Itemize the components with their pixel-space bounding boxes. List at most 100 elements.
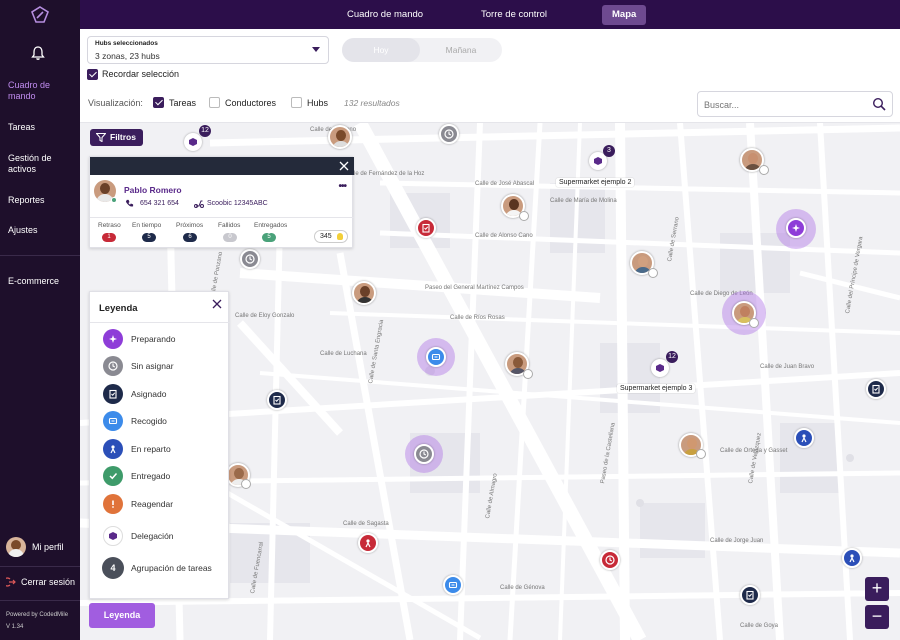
- legend-item-label: Sin asignar: [131, 361, 174, 371]
- cluster-count-badge: 12: [199, 125, 211, 137]
- card-divider: [90, 217, 354, 218]
- legend-item-label: Delegación: [131, 531, 174, 541]
- sidebar-divider: [0, 566, 80, 567]
- task-pin-unassigned[interactable]: [240, 249, 260, 269]
- task-pin-assigned[interactable]: [866, 379, 886, 399]
- drivers-checkbox[interactable]: [209, 97, 220, 108]
- day-today-option[interactable]: Hoy: [342, 38, 420, 62]
- sidebar-divider: [0, 255, 80, 256]
- logout-icon[interactable]: [6, 577, 16, 587]
- hubs-checkbox-label: Hubs: [307, 98, 329, 108]
- task-pin-late[interactable]: [358, 533, 378, 553]
- task-pin-assigned[interactable]: [267, 390, 287, 410]
- street-label: Calle de Ortega y Gasset: [720, 448, 788, 454]
- powered-by-text: Powered by CodedMile: [6, 612, 69, 618]
- avatar[interactable]: [6, 537, 26, 557]
- search-box: [697, 91, 893, 117]
- hub-label[interactable]: Supermarket ejemplo 2: [556, 178, 635, 187]
- search-input[interactable]: [704, 97, 864, 112]
- sidebar-item-assets[interactable]: Gestión de activos: [8, 153, 63, 175]
- delegation-marker[interactable]: [184, 133, 202, 151]
- legend-title: Leyenda: [99, 303, 138, 314]
- vehicle-badge: [648, 268, 658, 278]
- sidebar-item-reports[interactable]: Reportes: [8, 195, 45, 206]
- vehicle-badge: [523, 369, 533, 379]
- driver-card-header: [90, 157, 354, 175]
- street-label: Calle de Alonso Cano: [475, 233, 533, 239]
- street-label: Calle de Sagasta: [343, 521, 389, 527]
- profile-link[interactable]: Mi perfil: [32, 542, 64, 552]
- online-status-dot: [111, 197, 117, 203]
- tab-map[interactable]: Mapa: [602, 5, 647, 25]
- scooter-icon: [194, 200, 204, 208]
- driver-marker[interactable]: [352, 281, 376, 305]
- task-pin-preparing[interactable]: [786, 218, 806, 238]
- delegation-marker[interactable]: [651, 359, 669, 377]
- bell-icon[interactable]: [30, 45, 46, 61]
- delivery-icon: [849, 554, 855, 563]
- clipboard-icon: [746, 590, 754, 600]
- day-tomorrow-option[interactable]: Mañana: [422, 38, 500, 62]
- search-icon[interactable]: [872, 97, 886, 111]
- results-count: 132 resultados: [344, 98, 400, 108]
- vehicle-badge: [749, 318, 759, 328]
- sidebar-item-dashboard[interactable]: Cuadro de mando: [8, 80, 68, 102]
- task-pin-unassigned[interactable]: [414, 444, 434, 464]
- tab-control-tower[interactable]: Torre de control: [471, 5, 557, 25]
- task-pin-picked[interactable]: [426, 347, 446, 367]
- logo-icon[interactable]: [28, 6, 52, 24]
- logout-button[interactable]: Cerrar sesión: [21, 577, 75, 587]
- hubs-select[interactable]: Hubs seleccionados 3 zonas, 23 hubs: [87, 36, 329, 64]
- cube-icon: [656, 364, 664, 372]
- legend-panel: Leyenda Preparando Sin asignar Asignado …: [89, 291, 230, 599]
- day-toggle: Hoy Mañana: [342, 38, 502, 62]
- sidebar-item-ecommerce[interactable]: E-commerce: [8, 276, 59, 287]
- street-label: Calle de Luchana: [320, 351, 367, 357]
- sparkle-icon: [103, 329, 123, 349]
- zoom-out-button[interactable]: −: [865, 605, 889, 629]
- vehicle-badge: [696, 449, 706, 459]
- task-pin-delivering[interactable]: [842, 548, 862, 568]
- clipboard-icon: [422, 223, 430, 233]
- task-pin-late[interactable]: [416, 218, 436, 238]
- driver-marker[interactable]: [328, 125, 352, 149]
- driver-vehicle: Scoobic 12345ABC: [207, 200, 268, 207]
- zoom-in-button[interactable]: +: [865, 577, 889, 601]
- legend-item-label: Recogido: [131, 416, 167, 426]
- hub-label[interactable]: Supermarket ejemplo 3: [617, 384, 696, 393]
- legend-item-label: Asignado: [131, 389, 167, 399]
- sidebar-item-tasks[interactable]: Tareas: [8, 122, 35, 133]
- drivers-checkbox-label: Conductores: [225, 98, 277, 108]
- remember-checkbox[interactable]: [87, 69, 98, 80]
- tasks-checkbox[interactable]: [153, 97, 164, 108]
- vehicle-badge: [519, 211, 529, 221]
- tab-dashboard[interactable]: Cuadro de mando: [337, 5, 433, 25]
- task-pin-delivering[interactable]: [794, 428, 814, 448]
- close-icon[interactable]: [338, 160, 350, 172]
- task-pin-unassigned[interactable]: [439, 124, 459, 144]
- package-icon: [103, 411, 123, 431]
- hubs-select-value: 3 zonas, 23 hubs: [95, 51, 160, 61]
- street-label: Calle de José Abascal: [475, 181, 535, 187]
- filter-icon: [96, 133, 106, 142]
- clock-icon: [419, 449, 429, 459]
- delivery-icon: [801, 434, 807, 443]
- chevron-down-icon: [312, 47, 320, 52]
- filters-button[interactable]: Filtros: [90, 129, 143, 146]
- remember-label: Recordar selección: [102, 69, 180, 79]
- delivery-icon: [365, 539, 371, 548]
- legend-button[interactable]: Leyenda: [89, 603, 155, 628]
- legend-item-label: Agrupación de tareas: [131, 563, 212, 573]
- more-options-icon[interactable]: •••: [338, 181, 346, 192]
- hubs-checkbox[interactable]: [291, 97, 302, 108]
- task-pin-assigned[interactable]: [740, 585, 760, 605]
- task-pin-picked[interactable]: [443, 575, 463, 595]
- task-pin-late[interactable]: [600, 550, 620, 570]
- close-icon[interactable]: [212, 299, 222, 309]
- stat-value-failed: 0: [223, 233, 237, 242]
- map-canvas[interactable]: Calle de Zurbano Paseo del General Martí…: [80, 123, 900, 640]
- street-label: Calle de Eloy Gonzalo: [235, 313, 295, 319]
- street-label: Calle de Goya: [740, 623, 779, 629]
- sidebar-item-settings[interactable]: Ajustes: [8, 225, 38, 236]
- driver-phone[interactable]: 654 321 654: [140, 200, 179, 207]
